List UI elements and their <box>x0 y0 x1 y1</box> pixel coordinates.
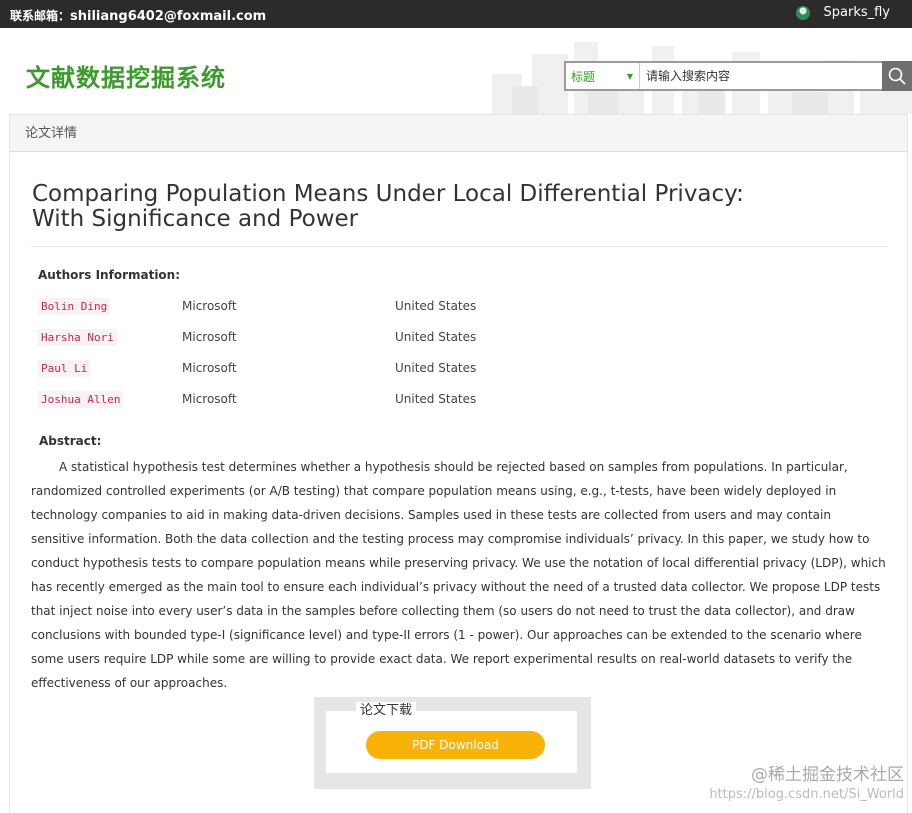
paper-title: Comparing Population Means Under Local D… <box>32 181 744 232</box>
abstract-text: A statistical hypothesis test determines… <box>31 460 886 690</box>
pdf-download-button[interactable]: PDF Download <box>366 731 545 759</box>
breadcrumb: 论文详情 <box>9 114 908 152</box>
watermark-url: https://blog.csdn.net/Si_World <box>709 787 904 802</box>
author-org: Microsoft <box>182 330 237 344</box>
author-name[interactable]: Bolin Ding <box>38 298 111 315</box>
user-menu[interactable]: Sparks_fly <box>795 5 891 20</box>
author-org: Microsoft <box>182 392 237 406</box>
header: 文献数据挖掘系统 标题 ▼ <box>0 28 912 114</box>
watermark: @稀土掘金技术社区 https://blog.csdn.net/Si_World <box>709 765 904 805</box>
download-section: 论文下载 PDF Download <box>314 697 591 789</box>
search-scope-value: 标题 <box>571 69 596 84</box>
dropdown-arrow-icon: ▼ <box>626 71 633 81</box>
site-logo[interactable]: 文献数据挖掘系统 <box>26 58 226 93</box>
author-org: Microsoft <box>182 361 237 375</box>
author-name[interactable]: Harsha Nori <box>38 329 117 346</box>
search-bar: 标题 ▼ <box>564 61 912 91</box>
contact-info: 联系邮箱：shiliang6402@foxmail.com <box>10 7 266 24</box>
authors-heading: Authors Information: <box>38 268 181 282</box>
contact-email[interactable]: shiliang6402@foxmail.com <box>70 9 266 24</box>
username[interactable]: Sparks_fly <box>824 5 891 20</box>
avatar[interactable] <box>795 5 810 20</box>
author-country: United States <box>395 392 477 406</box>
contact-label: 联系邮箱： <box>10 9 71 23</box>
author-country: United States <box>395 330 477 344</box>
abstract-heading: Abstract: <box>39 434 102 448</box>
top-bar: 联系邮箱：shiliang6402@foxmail.com Sparks_fly <box>0 0 912 28</box>
download-panel: 论文下载 PDF Download <box>326 702 577 773</box>
author-name[interactable]: Paul Li <box>38 360 91 377</box>
search-icon <box>888 67 906 85</box>
search-input[interactable] <box>640 63 882 89</box>
author-org: Microsoft <box>182 299 237 313</box>
author-name[interactable]: Joshua Allen <box>38 391 124 408</box>
search-scope-select[interactable]: 标题 ▼ <box>566 63 640 89</box>
author-country: United States <box>395 361 477 375</box>
download-label: 论文下载 <box>356 702 417 720</box>
divider <box>31 246 888 247</box>
watermark-brand: @稀土掘金技术社区 <box>751 765 904 785</box>
author-country: United States <box>395 299 477 313</box>
search-button[interactable] <box>882 61 912 91</box>
